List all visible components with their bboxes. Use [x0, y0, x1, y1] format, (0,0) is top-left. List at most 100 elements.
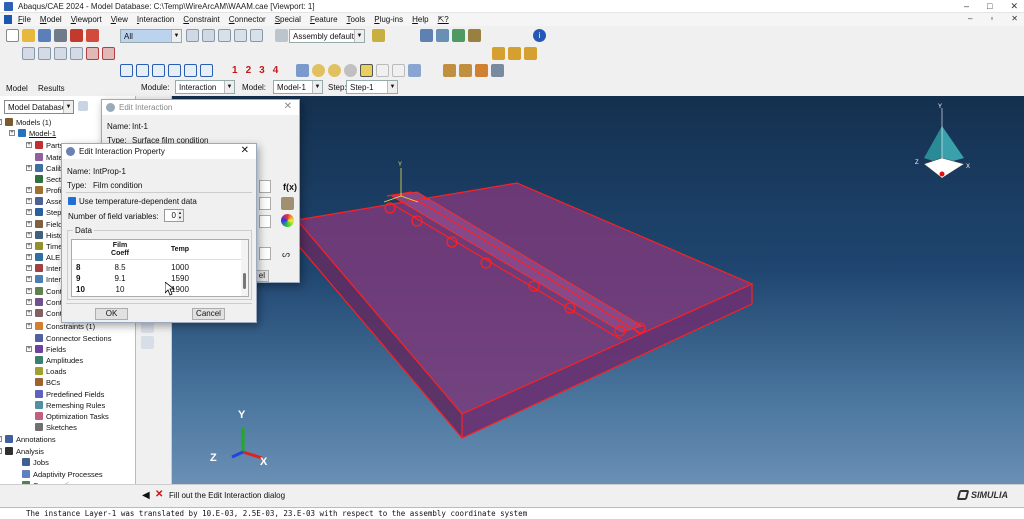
pointer-icon[interactable] — [360, 64, 373, 77]
ladder-2-icon[interactable] — [459, 64, 472, 77]
mesh-toggle-icon[interactable] — [250, 29, 263, 42]
tree-item[interactable]: Profi — [35, 186, 61, 195]
view-ny-icon[interactable] — [184, 64, 197, 77]
expand-toggle[interactable]: + — [9, 130, 15, 136]
close-icon[interactable]: ✕ — [241, 145, 249, 156]
ok-button[interactable]: OK — [95, 308, 128, 320]
tree-item[interactable]: Jobs — [22, 458, 49, 467]
expand-toggle[interactable]: + — [26, 323, 32, 329]
tree-item[interactable]: Remeshing Rules — [35, 401, 105, 410]
expand-toggle[interactable]: + — [0, 448, 2, 454]
cancel-procedure-button[interactable]: ✕ — [155, 489, 163, 500]
menu-item-8[interactable]: Feature — [310, 15, 338, 24]
field-2-select[interactable] — [259, 197, 271, 210]
tree-item[interactable]: Histo — [35, 231, 63, 240]
magnify-icon[interactable] — [54, 47, 67, 60]
view-y-icon[interactable] — [136, 64, 149, 77]
expand-toggle[interactable]: + — [26, 243, 32, 249]
new-icon[interactable] — [6, 29, 19, 42]
view-number-button-1[interactable]: 1 — [232, 65, 238, 76]
expand-toggle[interactable]: + — [26, 346, 32, 352]
open-icon[interactable] — [22, 29, 35, 42]
selection-filter[interactable]: All ▼ — [120, 29, 182, 43]
expand-toggle[interactable]: + — [0, 436, 2, 442]
view-nz-icon[interactable] — [200, 64, 213, 77]
expand-toggle[interactable]: + — [0, 119, 2, 125]
tree-item[interactable]: Predefined Fields — [35, 390, 104, 399]
tree-item[interactable]: Mate — [35, 153, 63, 162]
expand-toggle[interactable]: + — [26, 142, 32, 148]
color-code-icon[interactable] — [372, 29, 385, 42]
calendar-icon[interactable] — [408, 64, 421, 77]
undo-icon[interactable] — [376, 64, 389, 77]
tree-item[interactable]: BCs — [35, 378, 60, 387]
view-front-icon[interactable] — [492, 47, 505, 60]
mdi-close-button[interactable]: ✕ — [1011, 14, 1018, 23]
expand-toggle[interactable]: + — [26, 276, 32, 282]
mdi-minimize-button[interactable]: – — [968, 14, 972, 23]
tool-icon-b[interactable] — [141, 336, 154, 349]
menu-item-1[interactable]: Model — [40, 15, 62, 24]
maximize-button[interactable]: □ — [987, 1, 992, 12]
expand-toggle[interactable]: + — [26, 221, 32, 227]
table-row[interactable]: 9 9.1 1590 — [72, 273, 242, 284]
tree-selector[interactable]: Model Database ▼ — [4, 100, 74, 114]
render-style-select[interactable]: Assembly defaults ▼ — [289, 29, 365, 43]
fit-view-icon[interactable] — [102, 47, 115, 60]
step-select[interactable]: Step-1 ▼ — [346, 80, 398, 94]
view-nx-icon[interactable] — [168, 64, 181, 77]
grid-tool-icon[interactable] — [491, 64, 504, 77]
tree-item[interactable]: Field — [35, 220, 62, 229]
red-tool-icon[interactable] — [70, 29, 83, 42]
ladder-icon[interactable] — [443, 64, 456, 77]
fx-button[interactable]: f(x) — [283, 182, 297, 192]
table-row[interactable]: 8 8.5 1000 — [72, 262, 242, 273]
temp-dependent-checkbox[interactable] — [68, 197, 76, 205]
tree-item[interactable]: Secti — [35, 175, 63, 184]
pan-icon[interactable] — [22, 47, 35, 60]
model-select[interactable]: Model-1 ▼ — [273, 80, 323, 94]
view-back-icon[interactable] — [508, 47, 521, 60]
mdi-maximize-button[interactable]: ▫ — [990, 14, 993, 23]
tree-item[interactable]: Model-1 — [18, 129, 56, 138]
menu-item-2[interactable]: Viewport — [71, 15, 102, 24]
help-icon[interactable]: i — [533, 29, 546, 42]
tree-item[interactable]: Time — [35, 242, 62, 251]
menu-item-7[interactable]: Special — [275, 15, 301, 24]
tree-item[interactable]: Cont — [35, 298, 62, 307]
view-cube[interactable]: Y Z X — [915, 104, 970, 179]
menu-item-6[interactable]: Connector — [229, 15, 266, 24]
transform-icon[interactable] — [296, 64, 309, 77]
back-arrow-icon[interactable]: ◀ — [142, 490, 150, 501]
tree-item[interactable]: Constraints (1) — [35, 322, 95, 331]
tree-item[interactable]: Loads — [35, 367, 66, 376]
view-x-icon[interactable] — [120, 64, 133, 77]
tree-item[interactable]: Parts — [35, 141, 64, 150]
tree-item[interactable]: Asse — [35, 197, 63, 206]
menu-item-4[interactable]: Interaction — [137, 15, 174, 24]
redo-icon[interactable] — [392, 64, 405, 77]
menu-item-0[interactable]: File — [18, 15, 31, 24]
cancel-button[interactable]: Cancel — [192, 308, 225, 320]
field-3-select[interactable] — [259, 215, 271, 228]
tree-item[interactable]: Analysis — [5, 447, 44, 456]
box-zoom-icon[interactable] — [86, 47, 99, 60]
expand-toggle[interactable]: + — [26, 232, 32, 238]
tree-item[interactable]: Cont — [35, 287, 62, 296]
amplitude-icon[interactable]: ᔕ — [282, 249, 290, 260]
region-icon[interactable] — [281, 197, 294, 210]
field-4-select[interactable] — [259, 247, 271, 260]
tree-item[interactable]: Adaptivity Processes — [22, 470, 103, 479]
tree-filter-icon[interactable] — [78, 101, 88, 111]
table-scrollbar[interactable] — [241, 240, 248, 296]
crop-icon[interactable] — [234, 29, 247, 42]
expand-toggle[interactable]: + — [26, 310, 32, 316]
red-tool-2-icon[interactable] — [86, 29, 99, 42]
field-variables-spinner[interactable]: 0 ▲ ▼ — [164, 209, 184, 222]
cube-wire-icon[interactable] — [436, 29, 449, 42]
save-icon[interactable] — [38, 29, 51, 42]
tree-item[interactable]: Fields — [35, 345, 66, 354]
close-icon[interactable]: ✕ — [284, 101, 292, 112]
expand-toggle[interactable]: + — [26, 299, 32, 305]
zoom-icon[interactable] — [70, 47, 83, 60]
